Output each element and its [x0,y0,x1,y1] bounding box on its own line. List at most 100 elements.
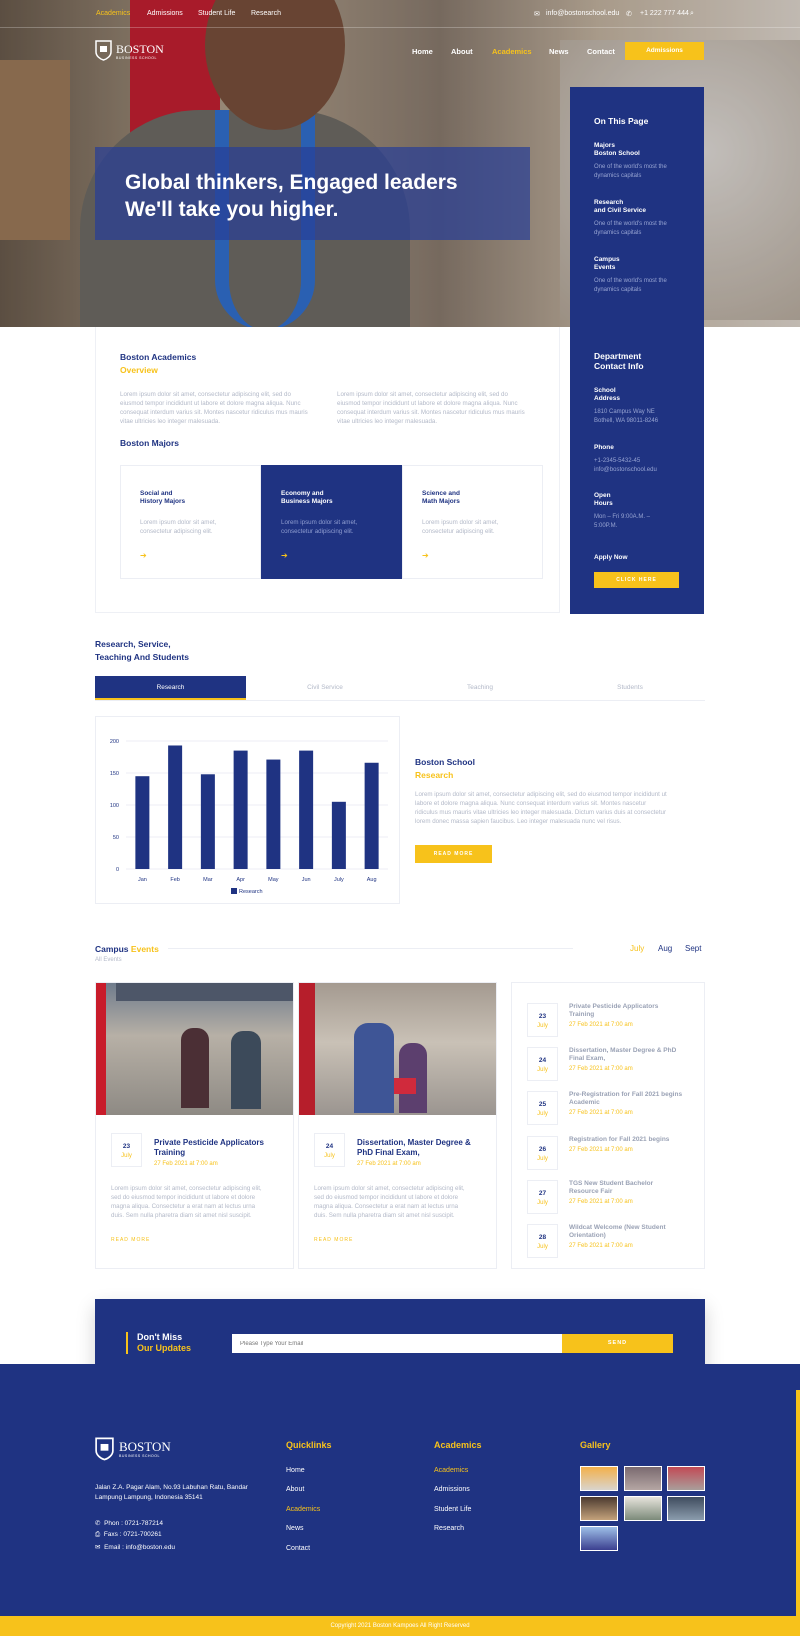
hero-headline-box: Global thinkers, Engaged leaders We'll t… [95,147,530,240]
email-input[interactable] [232,1334,562,1353]
event-list-title[interactable]: TGS New Student Bachelor Resource Fair [569,1180,653,1196]
mail-icon: ✉ [95,1544,101,1551]
research-title: Research, Service, Teaching And Students [95,639,189,662]
topbar-link-student-life[interactable]: Student Life [198,10,235,17]
topbar-link-admissions[interactable]: Admissions [147,10,183,17]
side-link-majors[interactable]: Majors Boston School One of the world's … [594,142,667,181]
bar-jun[interactable] [299,750,314,869]
send-button[interactable]: SEND [562,1334,673,1353]
footer-phone: ✆ Phon : 0721-787214 [95,1520,163,1527]
arrow-right-icon[interactable]: ➔ [140,551,147,560]
footer-link-admissions[interactable]: Admissions [434,1486,470,1493]
footer-link-student-life[interactable]: Student Life [434,1506,471,1513]
event-list-time: 27 Feb 2021 at 7:00 am [569,1243,633,1249]
event-list-time: 27 Feb 2021 at 7:00 am [569,1147,633,1153]
bar-apr[interactable] [233,750,248,869]
event-list-title[interactable]: Dissertation, Master Degree & PhD Final E… [569,1047,676,1063]
topbar-link-academics[interactable]: Academics [96,10,130,17]
event-list-date: 23 July [527,1003,558,1037]
major-card-social[interactable]: Social and History Majors Lorem ipsum dol… [120,465,261,579]
dept-contact-title: Department Contact Info [594,351,644,371]
legend-swatch [231,888,237,894]
gallery-thumb-6[interactable] [667,1496,705,1521]
read-more-button[interactable]: READ MORE [415,845,492,863]
all-events-link[interactable]: All Events [95,957,122,963]
page: Academics Admissions Student Life Resear… [0,0,800,1636]
topbar-link-research[interactable]: Research [251,10,281,17]
bar-jan[interactable] [135,776,150,869]
quicklink-academics[interactable]: Academics [286,1506,320,1513]
phone-icon: ✆ [626,11,632,18]
quicklink-home[interactable]: Home [286,1467,305,1474]
hero-line-2: We'll take you higher. [125,198,339,221]
x-tick-label: Jan [138,877,147,883]
event-list-title[interactable]: Pre-Registration for Fall 2021 begins Aca… [569,1091,682,1107]
nav-academics[interactable]: Academics [492,47,532,56]
footer-logo[interactable]: BOSTON BUSINESS SCHOOL [95,1437,175,1461]
quicklink-about[interactable]: About [286,1486,304,1493]
tab-research[interactable]: Research [95,676,246,700]
shield-logo-icon [95,40,112,61]
event-photo-2 [299,983,496,1115]
bar-aug[interactable] [364,762,379,869]
side-link-events[interactable]: Campus Events One of the world's most th… [594,256,667,295]
event-title-2[interactable]: Dissertation, Master Degree & PhD Final E… [357,1138,471,1158]
nav-news[interactable]: News [549,47,569,56]
school-address: School Address 1810 Campus Way NE Bothel… [594,387,659,424]
tabs-divider [95,700,705,701]
event-title-1[interactable]: Private Pesticide Applicators Training [154,1138,264,1158]
bar-feb[interactable] [168,745,183,869]
event-list-title[interactable]: Registration for Fall 2021 begins [569,1136,669,1144]
logo[interactable]: BOSTON BUSINESS SCHOOL [95,40,165,62]
topbar-phone[interactable]: +1 222 777 444 [640,10,689,17]
arrow-right-icon[interactable]: ➔ [422,551,429,560]
apply-now-label: Apply Now [594,554,628,561]
nav-contact[interactable]: Contact [587,47,615,56]
month-sept[interactable]: Sept [685,944,701,953]
major-card-economy[interactable]: Economy and Business Majors Lorem ipsum d… [261,465,402,579]
tab-teaching[interactable]: Teaching [405,676,555,700]
search-icon[interactable]: ⌕ [690,10,694,18]
admissions-button[interactable]: Admissions [625,42,704,60]
research-paragraph: Lorem ipsum dolor sit amet, consectetur … [415,791,667,825]
nav-about[interactable]: About [451,47,473,56]
gallery-thumb-2[interactable] [624,1466,662,1491]
event-list-title[interactable]: Wildcat Welcome (New Student Orientation) [569,1224,666,1240]
fax-icon: ⎙ [95,1531,101,1538]
bar-mar[interactable] [200,774,215,869]
gallery-thumb-5[interactable] [624,1496,662,1521]
side-phone: Phone +1-2345-5432-45 info@bostonschool.… [594,444,657,473]
event-read-more-2[interactable]: READ MORE [314,1237,353,1243]
quicklink-contact[interactable]: Contact [286,1545,310,1552]
event-list-date: 25 July [527,1091,558,1125]
arrow-right-icon[interactable]: ➔ [281,551,288,560]
side-link-research[interactable]: Research and Civil Service One of the wo… [594,199,667,238]
gallery-thumb-7[interactable] [580,1526,618,1551]
gallery-thumb-4[interactable] [580,1496,618,1521]
quicklink-news[interactable]: News [286,1525,304,1532]
boston-school-title: Boston School [415,757,475,767]
major-card-science[interactable]: Science and Math Majors Lorem ipsum dolor… [402,465,543,579]
event-read-more-1[interactable]: READ MORE [111,1237,150,1243]
gallery-thumb-3[interactable] [667,1466,705,1491]
tab-civil-service[interactable]: Civil Service [250,676,400,700]
footer-link-research[interactable]: Research [434,1525,464,1532]
nav-home[interactable]: Home [412,47,433,56]
bar-july[interactable] [331,801,346,869]
event-date-2: 24 July [314,1133,345,1167]
bar-may[interactable] [266,759,281,869]
gallery-thumb-1[interactable] [580,1466,618,1491]
event-card-1[interactable]: 23 July Private Pesticide Applicators Tra… [95,982,294,1269]
month-july[interactable]: July [630,944,644,953]
event-list-title[interactable]: Private Pesticide Applicators Training [569,1003,658,1019]
click-here-button[interactable]: CLICK HERE [594,572,679,588]
topbar-email[interactable]: info@bostonschool.edu [546,10,619,17]
research-bar-chart: 0 50 100 150 200 Jan Feb Mar Apr May Jun July Aug Res… [110,739,388,895]
month-aug[interactable]: Aug [658,944,672,953]
majors-title: Boston Majors [120,438,180,448]
event-card-2[interactable]: 24 July Dissertation, Master Degree & PhD… [298,982,497,1269]
top-bar: Academics Admissions Student Life Resear… [0,0,800,28]
footer-link-academics[interactable]: Academics [434,1467,468,1474]
footer-email[interactable]: ✉ Email : info@boston.edu [95,1543,175,1551]
tab-students[interactable]: Students [555,676,705,700]
